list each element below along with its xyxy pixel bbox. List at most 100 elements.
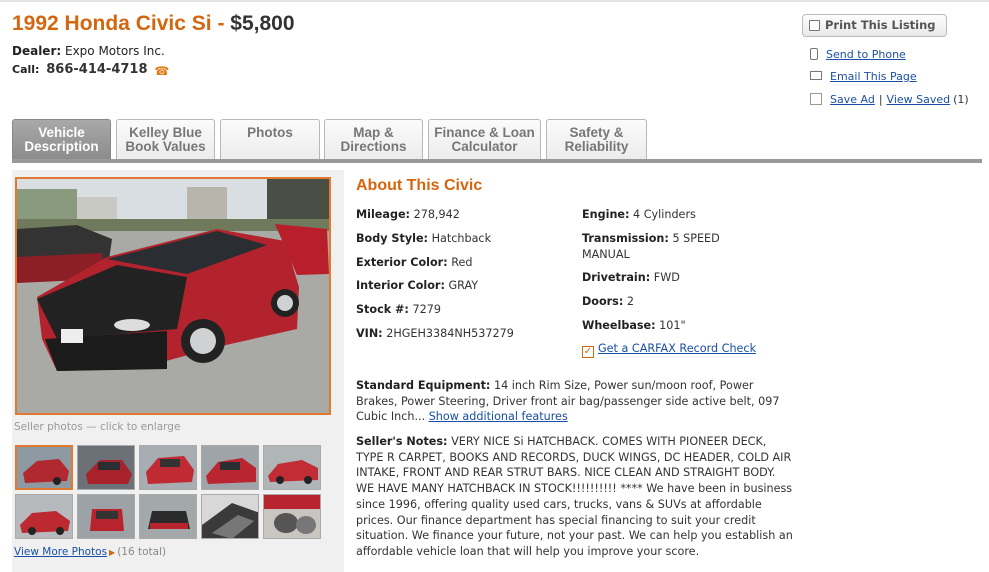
spec-label: Body Style: [356,232,429,245]
spec-wheelbase: Wheelbase: 101" [582,318,686,334]
tab-label-line1: Vehicle [38,125,85,140]
spec-value: 2 [626,295,634,308]
tab-label-line1: Safety & [569,125,624,140]
print-listing-button[interactable]: Print This Listing [802,14,947,37]
thumbnail-image [264,446,320,489]
saved-count: (1) [953,93,969,106]
send-to-phone-link[interactable]: Send to Phone [826,48,906,61]
phone-number: 866-414-4718 [46,62,148,77]
car-photo-illustration [17,179,329,413]
spec-label: Exterior Color: [356,256,448,269]
tab-photos[interactable]: Photos [220,119,320,159]
equipment-line: Brakes, Power Steering, Driver front air… [356,394,780,408]
call-label: Call: [12,63,40,76]
spec-value: 7279 [412,303,441,316]
arrow-right-icon: ▶ [109,548,116,557]
thumbnail[interactable] [201,494,259,539]
thumbnail[interactable] [77,445,135,490]
title-separator: - [217,12,225,35]
tab-label-line2: Description [24,139,99,154]
tab-label-line1: Map & [353,125,394,140]
link-separator: | [878,93,883,106]
notes-label: Seller's Notes: [356,435,448,448]
dealer-name: Expo Motors Inc. [65,44,165,58]
tab-label-line2: Directions [340,139,407,154]
equipment-label: Standard Equipment: [356,379,491,392]
thumbnail-image [202,446,258,489]
photo-panel: Seller photos — click to enlarge View Mo… [12,170,344,572]
thumbnail[interactable] [77,494,135,539]
spec-body-style: Body Style: Hatchback [356,231,491,247]
spec-value: 2HGEH3384NH537279 [386,327,514,340]
email-page-link[interactable]: Email This Page [830,70,917,83]
spec-value: Hatchback [431,232,492,245]
thumbnail[interactable] [263,494,321,539]
standard-equipment: Standard Equipment: 14 inch Rim Size, Po… [356,378,811,425]
thumbnail[interactable] [139,494,197,539]
notes-line: prices. Our finance department has speci… [356,513,756,527]
spec-vin: VIN: 2HGEH3384NH537279 [356,326,514,342]
spec-label: Doors: [582,295,624,308]
price: $5,800 [230,12,295,35]
spec-value: 101" [659,319,686,332]
photo-total: (16 total) [117,546,167,558]
spec-label: Engine: [582,208,630,221]
thumbnail[interactable] [201,445,259,490]
spec-value: 278,942 [413,208,460,221]
thumbnail-image [78,495,134,538]
tab-safety-reliability[interactable]: Safety & Reliability [546,119,647,159]
notes-line: TYPE R CARPET, BOOKS AND RECORDS, DUCK W… [356,450,792,464]
tab-underline [12,159,982,163]
about-heading: About This Civic [356,177,483,194]
thumbnail-image [264,495,320,538]
notes-line: since 1996, offering quality used cars, … [356,497,762,511]
tab-label-line2: Calculator [451,139,518,154]
spec-value: 5 SPEED [672,232,720,245]
print-label: Print This Listing [825,18,936,32]
car-name: 1992 Honda Civic Si [12,12,212,35]
show-features-link[interactable]: Show additional features [429,410,568,423]
thumbnail[interactable] [15,445,73,490]
tab-finance-loan[interactable]: Finance & Loan Calculator [428,119,541,159]
tab-map-directions[interactable]: Map & Directions [324,119,423,159]
notes-line: situation. We finance your future, not y… [356,529,793,543]
call-info: Call: 866-414-4718 ☎ [12,62,170,78]
main-photo[interactable] [15,177,331,415]
view-saved-link[interactable]: View Saved [887,93,951,106]
tab-label-line2: Book Values [125,139,206,154]
tab-label-line1: Kelley Blue [129,125,202,140]
spec-label: Wheelbase: [582,319,656,332]
email-page-row: Email This Page [810,70,917,83]
carfax-row: ✓ Get a CARFAX Record Check [582,342,756,358]
phone-icon: ☎ [154,64,170,78]
save-ad-row: Save Ad | View Saved (1) [810,93,969,106]
tab-label-line1: Photos [247,125,293,140]
dealer-info: Dealer: Expo Motors Inc. [12,44,165,58]
tab-kelley-blue-book[interactable]: Kelley Blue Book Values [116,119,215,159]
spec-value: Red [451,256,473,269]
tab-label-line1: Finance & Loan [434,125,535,140]
carfax-link[interactable]: Get a CARFAX Record Check [598,342,756,355]
thumbnail-image [140,446,196,489]
envelope-icon [810,71,822,80]
spec-doors: Doors: 2 [582,294,634,310]
thumbnail[interactable] [263,445,321,490]
spec-value: GRAY [448,279,479,292]
save-ad-checkbox[interactable] [810,93,822,105]
spec-mileage: Mileage: 278,942 [356,207,460,223]
tab-vehicle-description[interactable]: Vehicle Description [12,119,111,160]
dealer-label: Dealer: [12,44,62,58]
tab-label-line2: Reliability [564,139,629,154]
thumbnail-image [16,495,72,538]
spec-interior-color: Interior Color: GRAY [356,278,478,294]
thumbnail[interactable] [15,494,73,539]
view-more-photos-link[interactable]: View More Photos [14,546,107,558]
sellers-notes: Seller's Notes: VERY NICE Si HATCHBACK. … [356,434,811,560]
more-photos: View More Photos ▶ (16 total) [14,546,166,558]
save-ad-link[interactable]: Save Ad [830,93,875,106]
spec-value: FWD [653,271,680,284]
spec-stock: Stock #: 7279 [356,302,441,318]
notes-line: INTAKE, FRONT AND REAR STRUT BARS. NICE … [356,466,776,480]
thumbnail[interactable] [139,445,197,490]
spec-drivetrain: Drivetrain: FWD [582,270,680,286]
